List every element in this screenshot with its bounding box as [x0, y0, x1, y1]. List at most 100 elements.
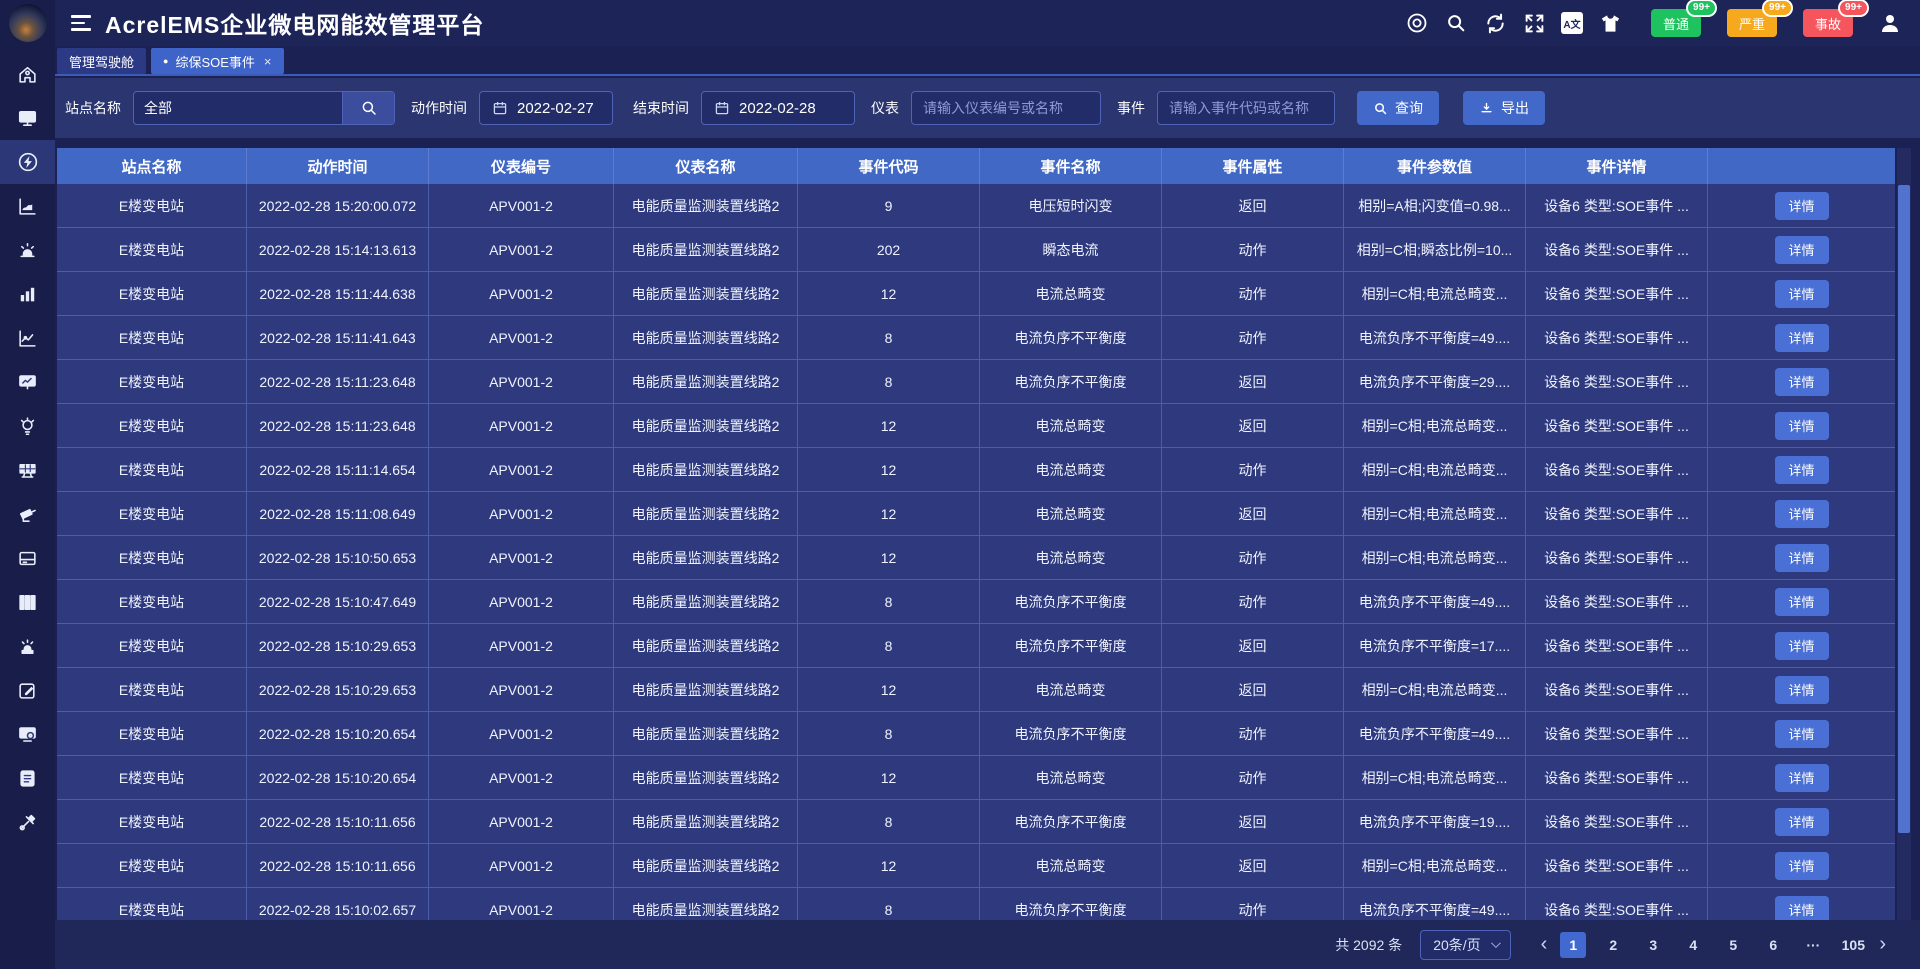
sidebar-item-panel-card[interactable]: [0, 536, 55, 580]
close-tab-icon[interactable]: ×: [264, 54, 272, 69]
sidebar-item-line-chart[interactable]: [0, 316, 55, 360]
sidebar-item-home[interactable]: [0, 52, 55, 96]
sidebar-item-bar-chart[interactable]: [0, 272, 55, 316]
detail-button[interactable]: 详情: [1775, 720, 1829, 748]
sidebar-item-monitor-trend[interactable]: [0, 360, 55, 404]
table-row: E楼变电站2022-02-28 15:10:47.649APV001-2电能质量…: [57, 580, 1895, 624]
detail-button[interactable]: 详情: [1775, 544, 1829, 572]
page-button-4[interactable]: 4: [1680, 932, 1706, 958]
sidebar-item-screen-monitor[interactable]: [0, 96, 55, 140]
end-date-picker[interactable]: 2022-02-28: [701, 91, 855, 125]
detail-button[interactable]: 详情: [1775, 676, 1829, 704]
cell-event-param: 电流负序不平衡度=29....: [1344, 360, 1526, 403]
translate-icon[interactable]: A文: [1561, 12, 1583, 34]
sidebar-item-cabinet[interactable]: [0, 580, 55, 624]
search-icon[interactable]: [1444, 11, 1468, 35]
sidebar-item-bulb[interactable]: [0, 404, 55, 448]
scrollbar-thumb[interactable]: [1898, 185, 1910, 833]
cell-event-name: 电流负序不平衡度: [980, 624, 1162, 667]
detail-button[interactable]: 详情: [1775, 192, 1829, 220]
sidebar-item-report-doc[interactable]: [0, 756, 55, 800]
export-button[interactable]: 导出: [1463, 91, 1545, 125]
detail-button[interactable]: 详情: [1775, 852, 1829, 880]
page-size-select[interactable]: 20条/页: [1420, 930, 1510, 960]
detail-button[interactable]: 详情: [1775, 896, 1829, 921]
alarm-badge[interactable]: 普通99+: [1651, 9, 1701, 37]
cell-actions: 详情: [1708, 536, 1895, 579]
site-select-input[interactable]: [134, 92, 342, 124]
detail-button[interactable]: 详情: [1775, 764, 1829, 792]
site-search-button[interactable]: [342, 92, 394, 124]
detail-button[interactable]: 详情: [1775, 632, 1829, 660]
fullscreen-icon[interactable]: [1522, 11, 1546, 35]
theme-shirt-icon[interactable]: [1598, 11, 1622, 35]
event-input[interactable]: [1157, 91, 1335, 125]
sidebar-item-solar-panel[interactable]: [0, 448, 55, 492]
cell-event-code: 8: [798, 712, 980, 755]
cell-meter-no: APV001-2: [429, 888, 614, 920]
page-button-3[interactable]: 3: [1640, 932, 1666, 958]
page-button-2[interactable]: 2: [1600, 932, 1626, 958]
cell-meter-name: 电能质量监测装置线路2: [614, 580, 798, 623]
detail-button[interactable]: 详情: [1775, 456, 1829, 484]
detail-button[interactable]: 详情: [1775, 324, 1829, 352]
vertical-scrollbar[interactable]: [1897, 148, 1911, 920]
app-logo[interactable]: [9, 4, 47, 42]
sidebar-item-energy[interactable]: [0, 140, 55, 184]
cell-actions: 详情: [1708, 492, 1895, 535]
sidebar-item-edit[interactable]: [0, 668, 55, 712]
meter-input[interactable]: [911, 91, 1101, 125]
detail-button[interactable]: 详情: [1775, 588, 1829, 616]
cell-event-code: 12: [798, 404, 980, 447]
start-date-picker[interactable]: 2022-02-27: [479, 91, 613, 125]
cell-site: E楼变电站: [57, 580, 247, 623]
bar-chart-icon: [17, 284, 38, 305]
tab-soe-events[interactable]: ● 综保SOE事件 ×: [151, 48, 284, 74]
page-button-5[interactable]: 5: [1720, 932, 1746, 958]
cell-event-detail: 设备6 类型:SOE事件 ...: [1526, 888, 1708, 920]
query-button[interactable]: 查询: [1357, 91, 1439, 125]
prev-page-icon[interactable]: ‹: [1535, 933, 1554, 956]
cell-event-code: 8: [798, 580, 980, 623]
cell-actions: 详情: [1708, 404, 1895, 447]
sidebar-item-tools[interactable]: [0, 800, 55, 844]
sidebar-item-area-chart[interactable]: [0, 184, 55, 228]
table-row: E楼变电站2022-02-28 15:11:23.648APV001-2电能质量…: [57, 404, 1895, 448]
cell-time: 2022-02-28 15:10:47.649: [247, 580, 429, 623]
cell-event-attr: 动作: [1162, 888, 1344, 920]
sidebar-item-alarm-lamp[interactable]: [0, 624, 55, 668]
cell-meter-no: APV001-2: [429, 404, 614, 447]
cell-event-detail: 设备6 类型:SOE事件 ...: [1526, 184, 1708, 227]
tab-dashboard[interactable]: 管理驾驶舱: [57, 48, 146, 74]
sidebar-item-monitor-gear[interactable]: [0, 712, 55, 756]
page-button-6[interactable]: 6: [1760, 932, 1786, 958]
detail-button[interactable]: 详情: [1775, 280, 1829, 308]
bulb-icon: [17, 416, 38, 437]
sidebar-item-alarm-siren[interactable]: [0, 228, 55, 272]
sidebar-item-cctv-camera[interactable]: [0, 492, 55, 536]
detail-button[interactable]: 详情: [1775, 500, 1829, 528]
header-site: 站点名称: [57, 148, 247, 184]
detail-button[interactable]: 详情: [1775, 236, 1829, 264]
badge-label: 严重: [1739, 14, 1765, 33]
page-ellipsis[interactable]: ···: [1800, 932, 1826, 958]
cell-site: E楼变电站: [57, 492, 247, 535]
page-button-1[interactable]: 1: [1560, 932, 1586, 958]
cell-event-code: 8: [798, 316, 980, 359]
next-page-icon[interactable]: ›: [1873, 933, 1892, 956]
service-at-icon[interactable]: [1405, 11, 1429, 35]
detail-button[interactable]: 详情: [1775, 368, 1829, 396]
page-button-105[interactable]: 105: [1840, 932, 1866, 958]
alarm-badge[interactable]: 严重99+: [1727, 9, 1777, 37]
cell-event-name: 电流总畸变: [980, 492, 1162, 535]
user-avatar-icon[interactable]: [1878, 11, 1902, 35]
alarm-badge[interactable]: 事故99+: [1803, 9, 1853, 37]
cell-event-param: 电流负序不平衡度=49....: [1344, 712, 1526, 755]
cell-site: E楼变电站: [57, 800, 247, 843]
cell-event-code: 12: [798, 844, 980, 887]
cell-event-param: 相别=C相;电流总畸变...: [1344, 844, 1526, 887]
refresh-icon[interactable]: [1483, 11, 1507, 35]
menu-toggle-icon[interactable]: [71, 15, 91, 31]
detail-button[interactable]: 详情: [1775, 808, 1829, 836]
detail-button[interactable]: 详情: [1775, 412, 1829, 440]
